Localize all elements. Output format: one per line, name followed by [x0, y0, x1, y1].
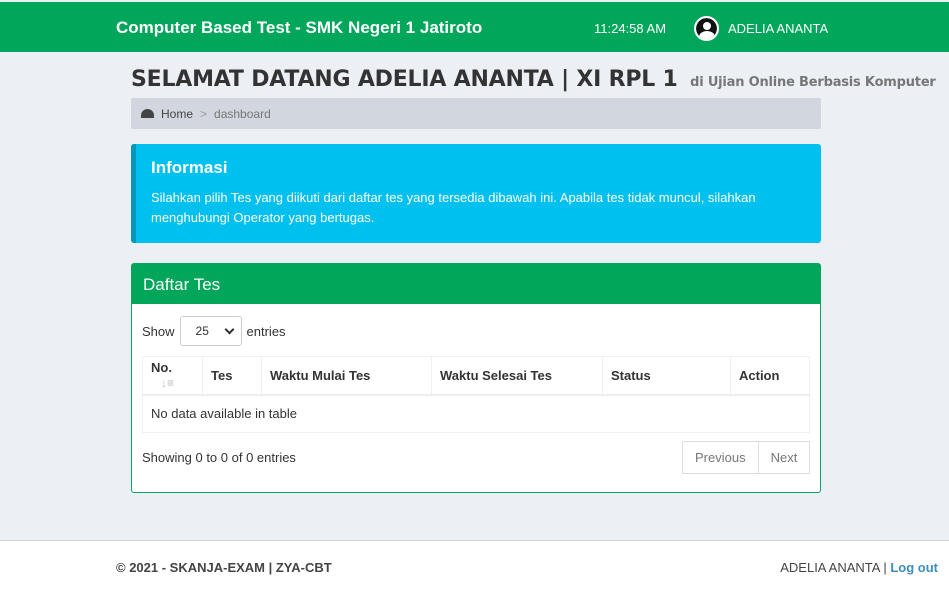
entries-length-control: Show 25 entries	[142, 316, 286, 346]
table-info: Showing 0 to 0 of 0 entries	[142, 450, 296, 465]
page-title-text: SELAMAT DATANG ADELIA ANANTA | XI RPL 1	[131, 67, 678, 92]
sort-icon: ↓≡	[161, 376, 175, 391]
tests-table: No.↓≡ Tes Waktu Mulai Tes Waktu Selesai …	[142, 356, 810, 433]
callout-text: Silahkan pilih Tes yang diikuti dari daf…	[151, 190, 756, 225]
daftar-tes-box: Daftar Tes Show 25 entries No.↓≡ Tes Wak…	[131, 263, 821, 493]
column-header-waktu-mulai[interactable]: Waktu Mulai Tes	[261, 356, 432, 396]
footer-user: ADELIA ANANTA | Log out	[780, 560, 938, 575]
box-title: Daftar Tes	[132, 264, 820, 304]
top-navbar: Computer Based Test - SMK Negeri 1 Jatir…	[0, 2, 949, 52]
empty-table-message: No data available in table	[142, 394, 810, 433]
page-subtitle: di Ujian Online Berbasis Komputer	[690, 75, 936, 90]
table-row: No data available in table	[142, 394, 810, 433]
user-name: ADELIA ANANTA	[728, 21, 829, 36]
column-header-tes[interactable]: Tes	[202, 356, 262, 396]
footer-user-name: ADELIA ANANTA	[780, 560, 880, 575]
user-avatar-icon	[694, 16, 719, 41]
entries-label: entries	[246, 323, 286, 339]
breadcrumb: Home > dashboard	[131, 98, 821, 129]
page-title: SELAMAT DATANG ADELIA ANANTA | XI RPL 1 …	[131, 67, 936, 92]
footer-separator: |	[883, 560, 887, 575]
user-menu[interactable]: ADELIA ANANTA	[694, 16, 828, 41]
show-label: Show	[142, 323, 175, 339]
breadcrumb-current: dashboard	[214, 106, 271, 121]
entries-select-value: 25	[195, 324, 209, 338]
column-header-status[interactable]: Status	[602, 356, 731, 396]
previous-button[interactable]: Previous	[682, 441, 759, 474]
footer-copyright: © 2021 - SKANJA-EXAM | ZYA-CBT	[116, 560, 332, 575]
pagination: Previous Next	[682, 441, 811, 474]
info-callout: Informasi Silahkan pilih Tes yang diikut…	[131, 144, 821, 243]
column-header-action[interactable]: Action	[730, 356, 810, 396]
callout-title: Informasi	[151, 158, 228, 177]
clock: 11:24:58 AM	[594, 21, 667, 36]
breadcrumb-home-link[interactable]: Home	[161, 107, 193, 121]
app-brand[interactable]: Computer Based Test - SMK Negeri 1 Jatir…	[116, 18, 482, 38]
breadcrumb-separator: >	[200, 106, 208, 121]
dashboard-icon	[141, 109, 154, 118]
next-button[interactable]: Next	[758, 441, 811, 474]
logout-link[interactable]: Log out	[890, 560, 938, 575]
column-header-no[interactable]: No.↓≡	[142, 356, 203, 396]
column-header-waktu-selesai[interactable]: Waktu Selesai Tes	[431, 356, 603, 396]
chevron-down-icon	[224, 324, 234, 334]
footer: © 2021 - SKANJA-EXAM | ZYA-CBT ADELIA AN…	[0, 540, 949, 589]
entries-select[interactable]: 25	[179, 316, 242, 346]
